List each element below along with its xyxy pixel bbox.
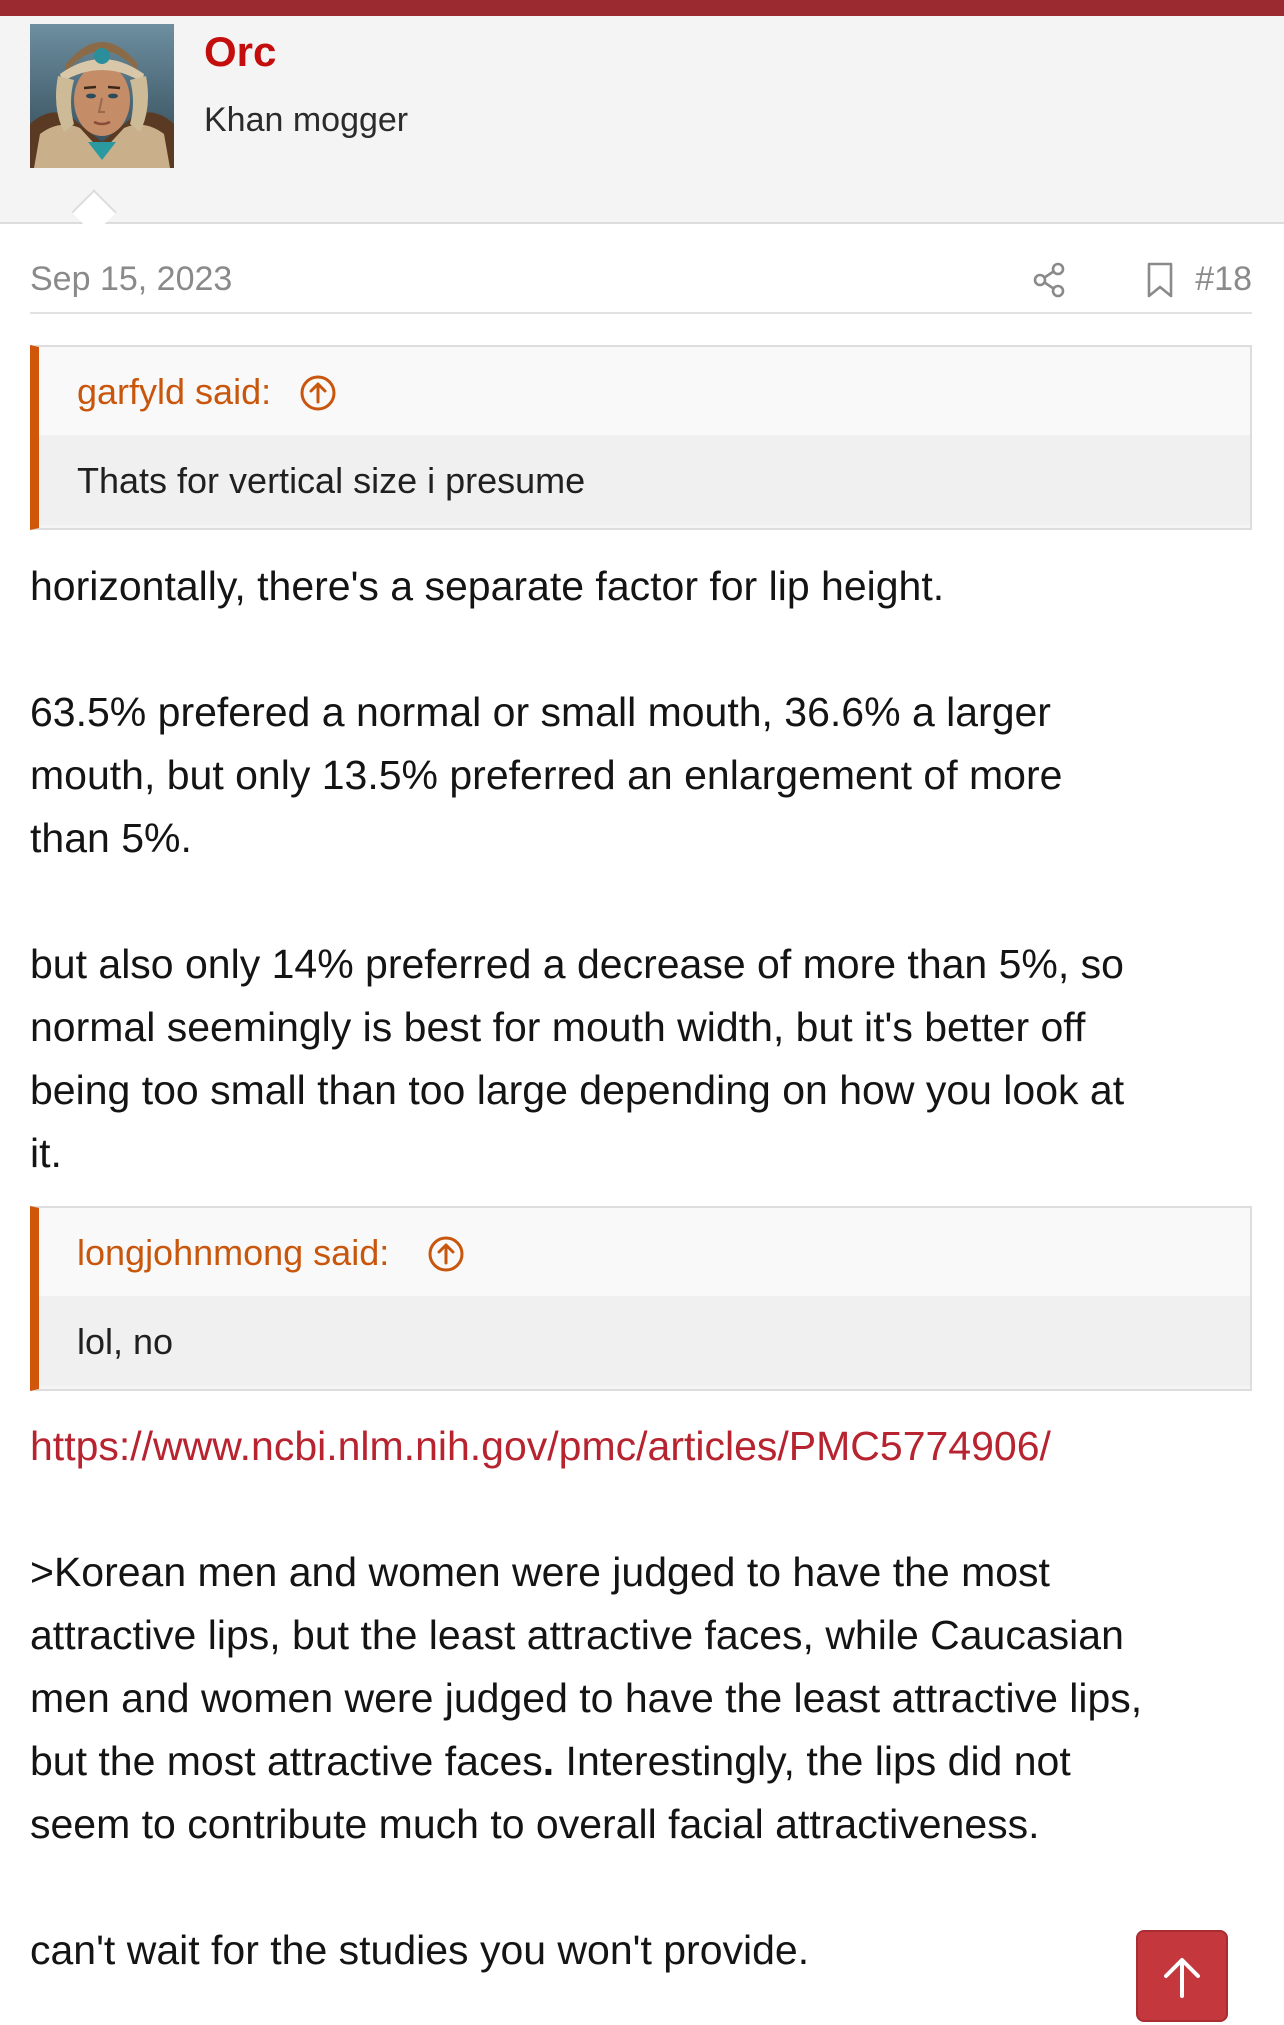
post-paragraph-line: but the most attractive faces. Interesti…	[30, 1730, 1260, 1793]
top-accent-bar	[0, 0, 1284, 16]
post-paragraph-line: normal seemingly is best for mouth width…	[30, 1004, 1086, 1050]
post-link-line: https://www.ncbi.nlm.nih.gov/pmc/article…	[30, 1415, 1260, 1478]
quote-text-part: but the most attractive faces	[30, 1738, 543, 1784]
quote-content: lol, no	[39, 1296, 1250, 1386]
post-paragraph-line: seem to contribute much to overall facia…	[30, 1801, 1040, 1847]
post-user-header: Orc Khan mogger	[0, 16, 1284, 224]
quote-text-part: Interestingly, the lips did not	[554, 1738, 1071, 1784]
post-paragraph-line: can't wait for the studies you won't pro…	[30, 1927, 810, 1973]
quote-content: Thats for vertical size i presume	[39, 435, 1250, 525]
post-number-link[interactable]: #18	[1195, 260, 1252, 299]
post-paragraph-line: mouth, but only 13.5% preferred an enlar…	[30, 752, 1063, 798]
quote-block-longjohnmong: longjohnmong said: lol, no	[30, 1206, 1252, 1391]
post-date[interactable]: Sep 15, 2023	[30, 260, 232, 299]
post-paragraph-line: but also only 14% preferred a decrease o…	[30, 941, 1124, 987]
post-paragraph-line: it.	[30, 1130, 62, 1176]
quote-text: Thats for vertical size i presume	[77, 460, 586, 501]
ncbi-article-link[interactable]: https://www.ncbi.nlm.nih.gov/pmc/article…	[30, 1423, 1051, 1469]
post-paragraph-line: being too small than too large depending…	[30, 1067, 1125, 1113]
post-paragraph-line: >Korean men and women were judged to hav…	[30, 1549, 1050, 1595]
arrow-up-icon	[1164, 1958, 1200, 1998]
scroll-to-top-button[interactable]	[1136, 1930, 1228, 2022]
post-paragraph-line: men and women were judged to have the le…	[30, 1675, 1143, 1721]
arrow-up-circle-icon[interactable]	[299, 374, 337, 412]
post-paragraph-line: attractive lips, but the least attractiv…	[30, 1612, 1124, 1658]
quote-author-link[interactable]: longjohnmong said:	[77, 1232, 389, 1274]
quote-author-link[interactable]: garfyld said:	[77, 371, 271, 413]
quote-text: lol, no	[77, 1321, 174, 1362]
user-title: Khan mogger	[204, 101, 409, 139]
bookmark-icon[interactable]	[1138, 258, 1182, 302]
post-paragraph-line: 63.5% prefered a normal or small mouth, …	[30, 689, 1051, 735]
avatar-portrait-image	[30, 24, 174, 168]
quote-header: longjohnmong said:	[39, 1208, 1250, 1296]
quote-header: garfyld said:	[39, 347, 1250, 435]
arrow-up-circle-icon[interactable]	[427, 1235, 465, 1273]
username-link[interactable]: Orc	[204, 28, 276, 76]
share-icon[interactable]	[1028, 258, 1072, 302]
post-paragraph-line: than 5%.	[30, 815, 192, 861]
quote-block-garfyld: garfyld said: Thats for vertical size i …	[30, 345, 1252, 530]
quote-text-bold-period: .	[542, 1738, 555, 1784]
post-paragraph: horizontally, there's a separate factor …	[30, 563, 945, 609]
avatar[interactable]	[30, 24, 174, 168]
post-meta-bar: Sep 15, 2023 #18	[30, 248, 1252, 314]
